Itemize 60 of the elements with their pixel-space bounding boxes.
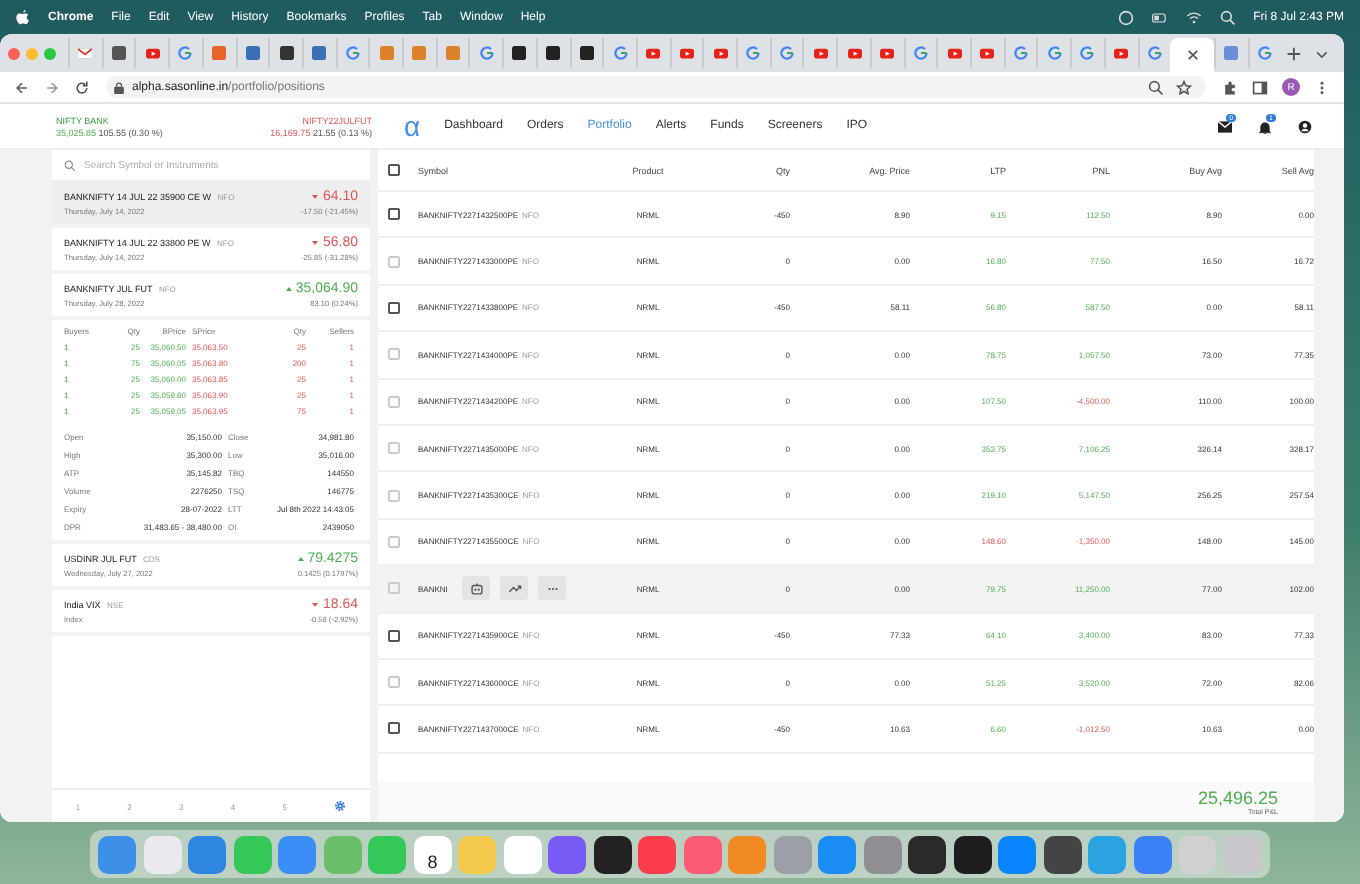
search-icon (64, 159, 76, 171)
g-logo-icon (1147, 46, 1162, 60)
video-play-icon (880, 46, 895, 60)
app-icon[interactable] (908, 835, 947, 873)
g-logo-icon (178, 46, 193, 60)
g-logo-icon (1257, 46, 1272, 60)
g-logo-icon (613, 46, 628, 60)
window-close-button[interactable] (8, 47, 20, 59)
apple-icon[interactable] (16, 9, 30, 25)
wifi-icon[interactable] (1185, 9, 1202, 25)
mail-icon[interactable] (1218, 119, 1233, 133)
app-icon[interactable] (1043, 835, 1082, 873)
video-play-icon (813, 46, 828, 60)
g-logo-icon (1080, 46, 1095, 60)
side-panel-icon[interactable] (1252, 79, 1268, 95)
star-icon[interactable] (1176, 79, 1192, 95)
video-play-icon (680, 46, 694, 60)
video-play-icon (1114, 46, 1129, 60)
g-logo-icon (1014, 46, 1029, 60)
status-icon[interactable] (1117, 9, 1134, 25)
extensions-icon[interactable] (1222, 79, 1238, 95)
account-icon[interactable] (1298, 119, 1312, 133)
forward-icon[interactable] (44, 79, 60, 95)
chart-button[interactable] (500, 576, 528, 601)
reload-icon[interactable] (74, 79, 90, 95)
battery-icon[interactable] (1151, 9, 1168, 25)
app-icon[interactable] (953, 835, 992, 873)
lock-icon[interactable] (114, 81, 124, 93)
video-play-icon (646, 46, 661, 60)
envelope-icon (78, 46, 93, 60)
search-icon[interactable] (1219, 9, 1236, 25)
app-icon[interactable]: 8 (413, 835, 452, 873)
row-checkbox[interactable] (388, 208, 400, 221)
g-logo-icon (746, 46, 761, 60)
robot-icon[interactable] (469, 581, 483, 596)
close-icon[interactable] (1185, 48, 1199, 62)
back-icon[interactable] (14, 79, 30, 95)
select-all-checkbox[interactable] (388, 164, 400, 176)
row-checkbox[interactable] (388, 629, 400, 642)
video-play-icon (713, 46, 728, 60)
row-checkbox[interactable] (388, 301, 400, 314)
settings-icon[interactable] (334, 800, 347, 812)
more-button[interactable] (538, 576, 566, 601)
total-pnl-value: 25,496.25 (1197, 788, 1278, 808)
video-play-icon (145, 46, 160, 60)
row-checkbox[interactable] (388, 722, 400, 735)
video-play-icon (847, 46, 862, 60)
robot-button[interactable] (462, 576, 490, 601)
video-play-icon (947, 46, 962, 60)
g-logo-icon (345, 46, 360, 60)
g-logo-icon (479, 46, 494, 60)
g-logo-icon (1047, 46, 1062, 60)
zoom-icon[interactable] (1148, 79, 1164, 95)
g-logo-icon (780, 46, 795, 60)
app-icon[interactable] (593, 835, 632, 873)
g-logo-icon (913, 46, 928, 60)
new-tab-icon[interactable] (1286, 45, 1303, 61)
trend-icon[interactable] (507, 581, 521, 596)
video-play-icon (980, 46, 995, 60)
bell-icon[interactable] (1258, 119, 1273, 133)
